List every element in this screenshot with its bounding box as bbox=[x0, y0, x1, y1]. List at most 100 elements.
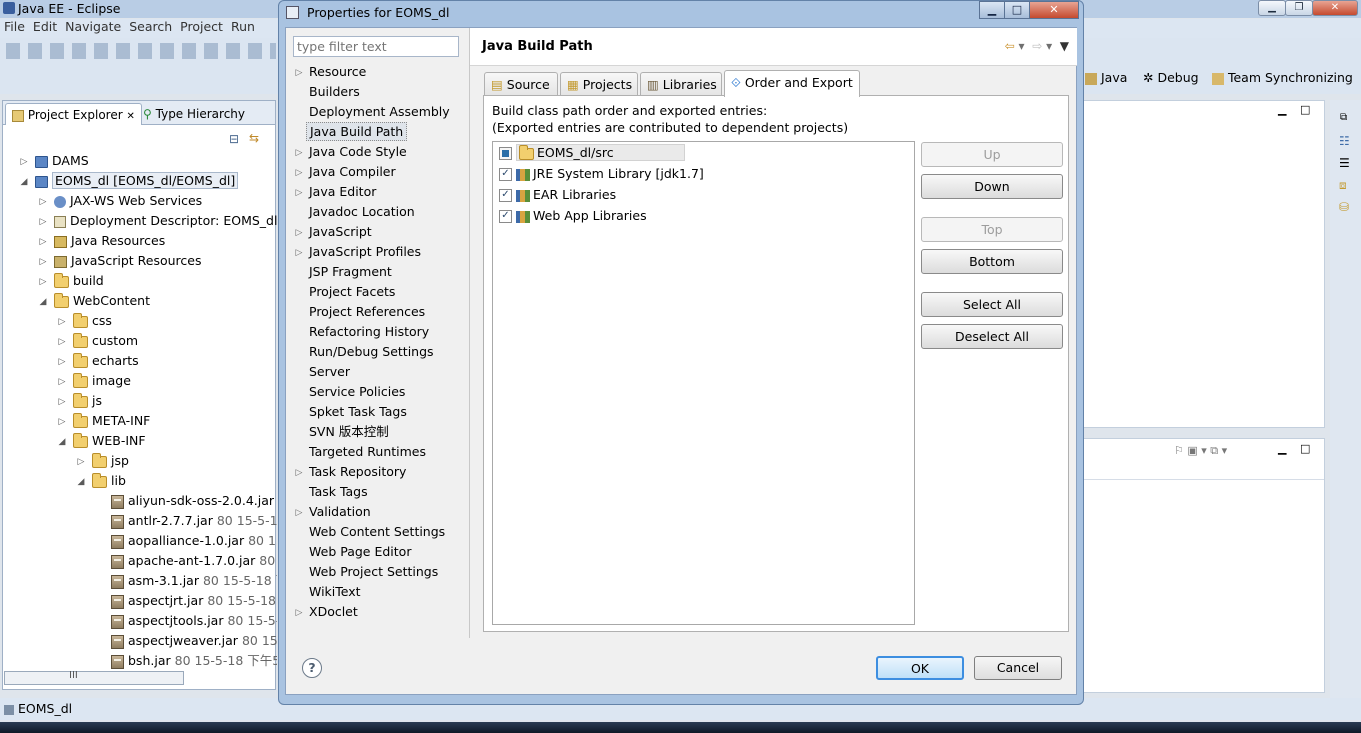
collapsed-arrow-icon[interactable]: ▷ bbox=[292, 163, 306, 183]
tree-item[interactable]: aspectjweaver.jar80 15-5 bbox=[3, 631, 277, 651]
category-item[interactable]: ▷ Java Editor bbox=[286, 182, 469, 202]
tree-item[interactable]: ▷ jsp bbox=[3, 451, 277, 471]
view-menu-icon[interactable]: ▼ bbox=[1060, 39, 1069, 53]
tab-projects[interactable]: ▦ Projects bbox=[560, 72, 638, 96]
task-list-icon[interactable]: ☰ bbox=[1339, 156, 1350, 170]
perspective-team[interactable]: Team Synchronizing bbox=[1212, 70, 1353, 85]
collapsed-arrow-icon[interactable]: ▷ bbox=[19, 152, 29, 172]
classpath-entry-list[interactable]: EOMS_dl/src ✓ JRE System Library [jdk1.7] ✓… bbox=[492, 141, 915, 625]
collapsed-arrow-icon[interactable]: ▷ bbox=[292, 243, 306, 263]
tree-item[interactable]: ▷ echarts bbox=[3, 351, 277, 371]
tree-item[interactable]: aspectjtools.jar80 15-5-1 bbox=[3, 611, 277, 631]
tab-type-hierarchy[interactable]: ⚲ Type Hierarchy bbox=[137, 103, 251, 125]
collapsed-arrow-icon[interactable]: ▷ bbox=[38, 252, 48, 272]
select-all-button[interactable]: Select All bbox=[921, 292, 1063, 317]
cancel-button[interactable]: Cancel bbox=[974, 656, 1062, 680]
export-checkbox[interactable]: ✓ bbox=[499, 189, 512, 202]
tree-item[interactable]: ▷ css bbox=[3, 311, 277, 331]
classpath-entry[interactable]: ✓ Web App Libraries bbox=[493, 205, 914, 226]
category-item[interactable]: Web Content Settings bbox=[286, 522, 469, 542]
forward-dropdown-icon[interactable]: ▾ bbox=[1046, 39, 1052, 53]
tree-item[interactable]: ◢ WebContent bbox=[3, 291, 277, 311]
collapsed-arrow-icon[interactable]: ▷ bbox=[38, 192, 48, 212]
tree-item[interactable]: aliyun-sdk-oss-2.0.4.jar24 bbox=[3, 491, 277, 511]
expanded-arrow-icon[interactable]: ◢ bbox=[38, 292, 48, 312]
collapsed-arrow-icon[interactable]: ▷ bbox=[57, 312, 67, 332]
bottom-button[interactable]: Bottom bbox=[921, 249, 1063, 274]
tree-item[interactable]: ▷ custom bbox=[3, 331, 277, 351]
category-item[interactable]: Spket Task Tags bbox=[286, 402, 469, 422]
minimize-view-icon[interactable]: ▁ bbox=[1278, 103, 1286, 116]
collapsed-arrow-icon[interactable]: ▷ bbox=[292, 223, 306, 243]
outline-icon[interactable]: ☷ bbox=[1339, 134, 1350, 148]
tree-item[interactable]: ▷ Deployment Descriptor: EOMS_dl bbox=[3, 211, 277, 231]
tree-item[interactable]: antlr-2.7.7.jar80 15-5-18 bbox=[3, 511, 277, 531]
collapsed-arrow-icon[interactable]: ▷ bbox=[38, 272, 48, 292]
category-item[interactable]: Run/Debug Settings bbox=[286, 342, 469, 362]
forward-arrow-icon[interactable]: ⇨ bbox=[1032, 39, 1042, 53]
collapsed-arrow-icon[interactable]: ▷ bbox=[292, 503, 306, 523]
category-item[interactable]: ▷ JavaScript Profiles bbox=[286, 242, 469, 262]
menu-run[interactable]: Run bbox=[231, 19, 255, 34]
classpath-entry[interactable]: ✓ JRE System Library [jdk1.7] bbox=[493, 163, 914, 184]
collapsed-arrow-icon[interactable]: ▷ bbox=[292, 183, 306, 203]
category-item[interactable]: Deployment Assembly bbox=[286, 102, 469, 122]
tree-item[interactable]: ▷ DAMS bbox=[3, 151, 277, 171]
deselect-all-button[interactable]: Deselect All bbox=[921, 324, 1063, 349]
minimize-button[interactable]: ▁ bbox=[1258, 0, 1286, 16]
markers-icon[interactable]: ⧈ bbox=[1339, 178, 1347, 193]
export-checkbox[interactable]: ✓ bbox=[499, 210, 512, 223]
category-item[interactable]: Project References bbox=[286, 302, 469, 322]
tree-item[interactable]: bsh.jar 80 15-5-18 下午5: bbox=[3, 651, 277, 671]
collapsed-arrow-icon[interactable]: ▷ bbox=[57, 332, 67, 352]
top-button[interactable]: Top bbox=[921, 217, 1063, 242]
tree-item[interactable]: aopalliance-1.0.jar80 15- bbox=[3, 531, 277, 551]
category-item[interactable]: JSP Fragment bbox=[286, 262, 469, 282]
collapsed-arrow-icon[interactable]: ▷ bbox=[38, 212, 48, 232]
tree-item[interactable]: ◢ lib bbox=[3, 471, 277, 491]
tree-item[interactable]: apache-ant-1.7.0.jar80 1 bbox=[3, 551, 277, 571]
category-item[interactable]: Task Tags bbox=[286, 482, 469, 502]
help-button[interactable]: ? bbox=[302, 658, 322, 678]
category-item[interactable]: ▷ Validation bbox=[286, 502, 469, 522]
tree-item[interactable]: asm-3.1.jar80 15-5-18 下 bbox=[3, 571, 277, 591]
filter-input[interactable] bbox=[293, 36, 459, 57]
category-item[interactable]: Server bbox=[286, 362, 469, 382]
category-item[interactable]: SVN 版本控制 bbox=[286, 422, 469, 442]
expanded-arrow-icon[interactable]: ◢ bbox=[57, 432, 67, 452]
classpath-entry[interactable]: EOMS_dl/src bbox=[493, 142, 914, 163]
collapsed-arrow-icon[interactable]: ▷ bbox=[292, 143, 306, 163]
collapsed-arrow-icon[interactable]: ▷ bbox=[57, 352, 67, 372]
tab-libraries[interactable]: ▥ Libraries bbox=[640, 72, 722, 96]
back-arrow-icon[interactable]: ⇦ bbox=[1005, 39, 1015, 53]
tree-item[interactable]: ▷ image bbox=[3, 371, 277, 391]
collapsed-arrow-icon[interactable]: ▷ bbox=[292, 603, 306, 623]
servers-icon[interactable]: ⛁ bbox=[1339, 200, 1349, 214]
menu-search[interactable]: Search bbox=[129, 19, 172, 34]
collapsed-arrow-icon[interactable]: ▷ bbox=[76, 452, 86, 472]
maximize-view-icon[interactable]: □ bbox=[1300, 442, 1310, 455]
collapsed-arrow-icon[interactable]: ▷ bbox=[57, 392, 67, 412]
close-button[interactable]: ✕ bbox=[1312, 0, 1358, 16]
horizontal-scrollbar[interactable]: III bbox=[4, 670, 184, 685]
expanded-arrow-icon[interactable]: ◢ bbox=[76, 472, 86, 492]
collapsed-arrow-icon[interactable]: ▷ bbox=[57, 412, 67, 432]
tree-item[interactable]: ▷ JavaScript Resources bbox=[3, 251, 277, 271]
tree-item[interactable]: ▷ META-INF bbox=[3, 411, 277, 431]
perspective-java[interactable]: Java bbox=[1085, 70, 1127, 85]
maximize-button[interactable]: ❐ bbox=[1285, 0, 1313, 16]
collapsed-arrow-icon[interactable]: ▷ bbox=[292, 463, 306, 483]
tree-item[interactable]: aspectjrt.jar80 15-5-18 T bbox=[3, 591, 277, 611]
dialog-minimize-button[interactable]: ▁ bbox=[979, 1, 1005, 19]
link-with-editor-icon[interactable]: ⇆ bbox=[249, 131, 259, 145]
tree-item[interactable]: ◢ WEB-INF bbox=[3, 431, 277, 451]
category-item[interactable]: ▷ Java Code Style bbox=[286, 142, 469, 162]
sash-divider[interactable] bbox=[469, 28, 470, 638]
category-item[interactable]: Web Project Settings bbox=[286, 562, 469, 582]
collapsed-arrow-icon[interactable]: ▷ bbox=[57, 372, 67, 392]
menu-edit[interactable]: Edit bbox=[33, 19, 57, 34]
tree-item[interactable]: ▷ js bbox=[3, 391, 277, 411]
category-item[interactable]: ▷ Task Repository bbox=[286, 462, 469, 482]
collapsed-arrow-icon[interactable]: ▷ bbox=[38, 232, 48, 252]
menu-file[interactable]: File bbox=[4, 19, 25, 34]
